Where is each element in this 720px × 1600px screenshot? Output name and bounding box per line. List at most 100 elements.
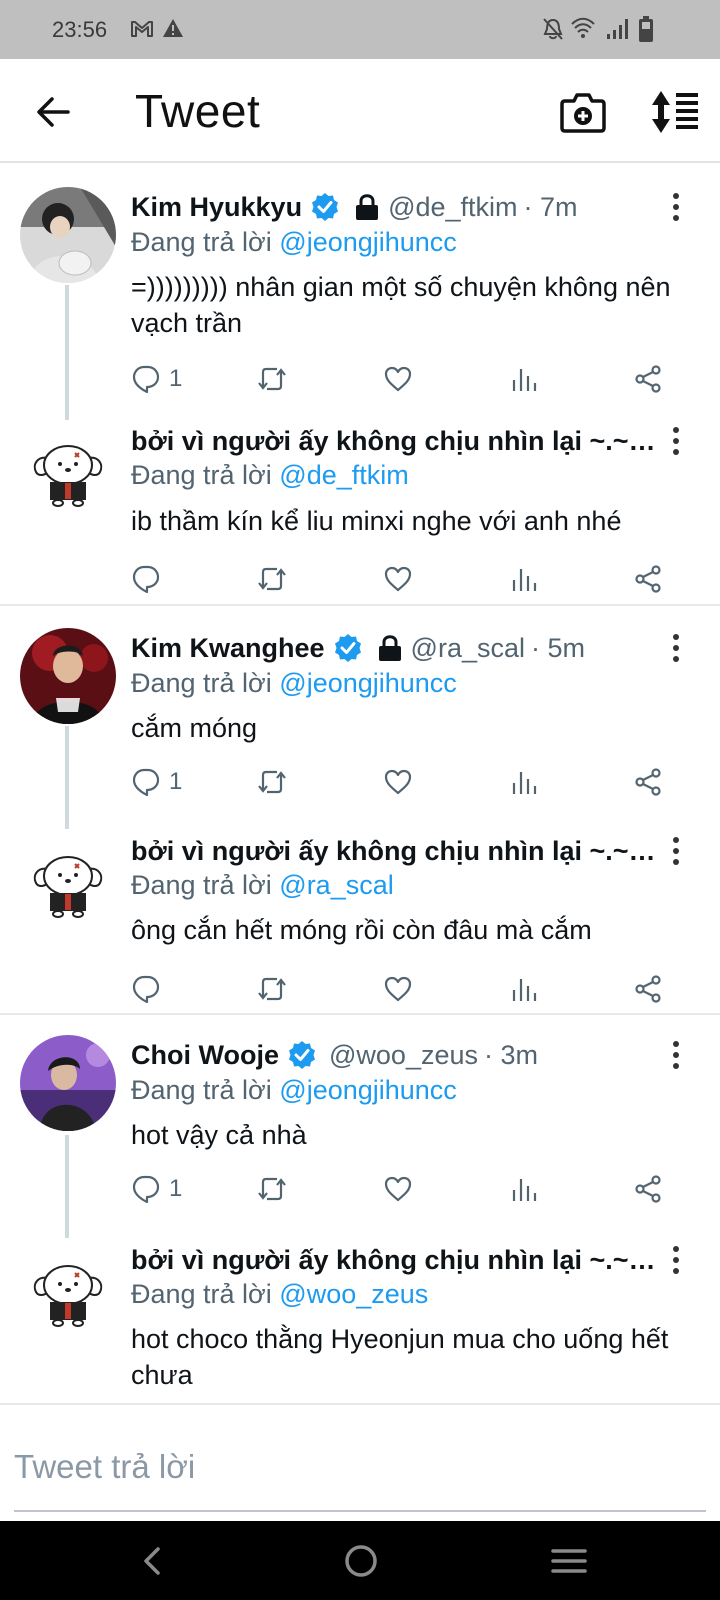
- like-button[interactable]: [383, 362, 413, 396]
- tweet[interactable]: Kim Kwanghee @ra_scal · 5m Đang trả lời …: [0, 606, 720, 806]
- more-options-icon[interactable]: [672, 1040, 680, 1070]
- analytics-button[interactable]: [509, 562, 539, 596]
- replying-to: Đang trả lời @woo_zeus: [131, 1279, 428, 1310]
- display-name[interactable]: bởi vì người ấy không chịu nhìn lại ~.~…: [131, 836, 656, 867]
- reply-feed: Kim Hyukkyu @de_ftkim · 7m Đang trả lời …: [0, 165, 720, 1405]
- reply-mention-link[interactable]: @jeongjihuncc: [279, 668, 457, 698]
- share-button[interactable]: [633, 765, 663, 799]
- display-name[interactable]: bởi vì người ấy không chịu nhìn lại ~.~…: [131, 426, 656, 457]
- reply-mention-link[interactable]: @ra_scal: [279, 870, 393, 900]
- tweet-actions: [131, 562, 671, 596]
- avatar[interactable]: [20, 187, 116, 283]
- share-button[interactable]: [633, 362, 663, 396]
- user-handle[interactable]: @de_ftkim: [388, 192, 517, 223]
- analytics-button[interactable]: [509, 765, 539, 799]
- reply-mention-link[interactable]: @jeongjihuncc: [279, 227, 457, 257]
- avatar-photo: [20, 628, 116, 724]
- retweet-button[interactable]: [257, 972, 287, 1006]
- user-handle[interactable]: @ra_scal: [411, 633, 525, 664]
- tweet-actions: [131, 972, 671, 1006]
- share-button[interactable]: [633, 1172, 663, 1206]
- reply-count: 1: [169, 768, 183, 795]
- reply-count: 1: [169, 365, 183, 392]
- analytics-icon: [512, 369, 537, 391]
- nav-home-icon[interactable]: [341, 1541, 381, 1581]
- avatar[interactable]: [20, 1240, 116, 1336]
- retweet-button[interactable]: [257, 362, 287, 396]
- reply-button[interactable]: 1: [131, 765, 182, 799]
- reply-button[interactable]: [131, 972, 169, 1006]
- reply-mention-link[interactable]: @de_ftkim: [279, 460, 408, 490]
- avatar[interactable]: [20, 420, 116, 516]
- user-handle[interactable]: @woo_zeus: [329, 1040, 478, 1071]
- reply-mention-link[interactable]: @jeongjihuncc: [279, 1075, 457, 1105]
- avatar[interactable]: [20, 831, 116, 927]
- tweet-text: ib thầm kín kể liu minxi nghe với anh nh…: [131, 506, 622, 536]
- avatar-photo: [20, 1035, 116, 1131]
- analytics-button[interactable]: [509, 1172, 539, 1206]
- avatar-dog-illustration: [20, 1240, 116, 1336]
- signal-icon: [607, 19, 628, 39]
- input-underline: [14, 1510, 706, 1512]
- reply-mention-link[interactable]: @woo_zeus: [279, 1279, 428, 1309]
- battery-icon: [639, 16, 653, 42]
- tweet-header: Kim Kwanghee @ra_scal · 5m: [131, 630, 656, 666]
- verified-badge-icon: [312, 193, 339, 221]
- replying-to-label: Đang trả lời: [131, 227, 272, 257]
- reply-button[interactable]: 1: [131, 1172, 182, 1206]
- tweet-header: bởi vì người ấy không chịu nhìn lại ~.~…: [131, 833, 656, 869]
- reply-button[interactable]: 1: [131, 362, 182, 396]
- display-name[interactable]: Kim Hyukkyu: [131, 192, 302, 223]
- tweet[interactable]: bởi vì người ấy không chịu nhìn lại ~.~……: [0, 395, 720, 606]
- like-button[interactable]: [383, 972, 413, 1006]
- tweet-header: Kim Hyukkyu @de_ftkim · 7m: [131, 189, 656, 225]
- nav-back-icon[interactable]: [133, 1541, 173, 1581]
- more-options-icon[interactable]: [672, 192, 680, 222]
- tweet-header: bởi vì người ấy không chịu nhìn lại ~.~…: [131, 423, 656, 459]
- share-button[interactable]: [633, 562, 663, 596]
- tweet[interactable]: Kim Hyukkyu @de_ftkim · 7m Đang trả lời …: [0, 165, 720, 395]
- replying-to: Đang trả lời @jeongjihuncc: [131, 668, 457, 699]
- avatar[interactable]: [20, 1035, 116, 1131]
- retweet-button[interactable]: [257, 562, 287, 596]
- retweet-button[interactable]: [257, 765, 287, 799]
- replying-to-label: Đang trả lời: [131, 668, 272, 698]
- reply-button[interactable]: [131, 562, 169, 596]
- display-name[interactable]: Kim Kwanghee: [131, 633, 325, 664]
- tweet[interactable]: bởi vì người ấy không chịu nhìn lại ~.~……: [0, 1215, 720, 1405]
- lock-icon: [378, 635, 401, 661]
- status-bar: 23:56: [0, 0, 720, 59]
- warning-icon: [163, 19, 183, 37]
- reply-icon: [132, 365, 160, 394]
- tweet[interactable]: Choi Wooje @woo_zeus · 3m Đang trả lời @…: [0, 1015, 720, 1215]
- display-name[interactable]: bởi vì người ấy không chịu nhìn lại ~.~…: [131, 1245, 656, 1276]
- avatar[interactable]: [20, 628, 116, 724]
- gmail-icon: [131, 21, 153, 37]
- more-options-icon[interactable]: [672, 633, 680, 663]
- analytics-button[interactable]: [509, 972, 539, 1006]
- tweet-time: · 5m: [531, 632, 585, 663]
- like-button[interactable]: [383, 765, 413, 799]
- analytics-button[interactable]: [509, 362, 539, 396]
- display-name[interactable]: Choi Wooje: [131, 1040, 279, 1071]
- conversation-thread: Kim Hyukkyu @de_ftkim · 7m Đang trả lời …: [0, 165, 720, 606]
- retweet-button[interactable]: [257, 1172, 287, 1206]
- avatar-dog-illustration: [20, 420, 116, 516]
- nav-recents-icon[interactable]: [549, 1541, 589, 1581]
- share-icon: [635, 1175, 661, 1203]
- share-button[interactable]: [633, 972, 663, 1006]
- analytics-icon: [512, 569, 537, 591]
- more-options-icon[interactable]: [672, 836, 680, 866]
- more-options-icon[interactable]: [672, 1245, 680, 1275]
- camera-plus-icon[interactable]: [560, 89, 606, 135]
- conversation-thread: Kim Kwanghee @ra_scal · 5m Đang trả lời …: [0, 606, 720, 1015]
- replying-to: Đang trả lời @ra_scal: [131, 870, 394, 901]
- more-options-icon[interactable]: [672, 426, 680, 456]
- like-button[interactable]: [383, 562, 413, 596]
- like-button[interactable]: [383, 1172, 413, 1206]
- reply-input[interactable]: [14, 1443, 704, 1491]
- sort-icon[interactable]: [650, 89, 700, 135]
- share-icon: [635, 365, 661, 393]
- back-arrow-icon[interactable]: [34, 92, 74, 132]
- tweet[interactable]: bởi vì người ấy không chịu nhìn lại ~.~……: [0, 806, 720, 1015]
